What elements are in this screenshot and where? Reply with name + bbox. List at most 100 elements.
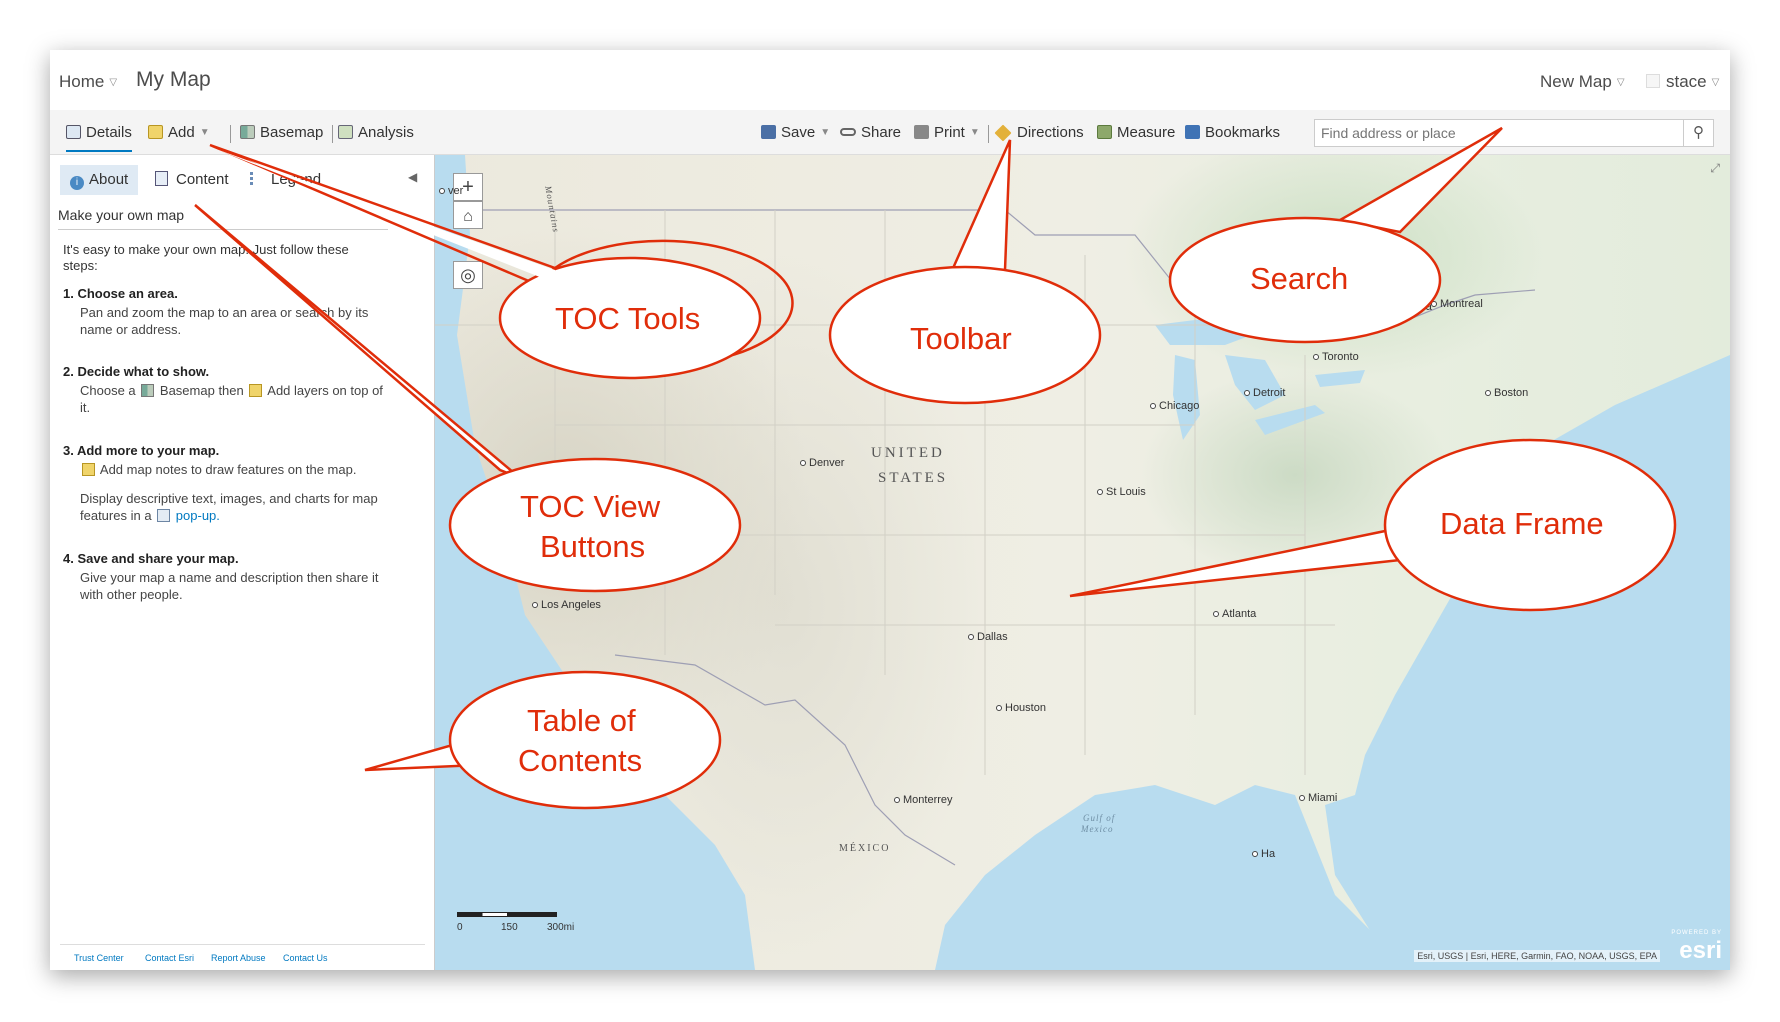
add-button[interactable]: Add ▼ — [148, 124, 210, 141]
link-icon — [840, 128, 856, 136]
intro-text: It's easy to make your own map. Just fol… — [63, 242, 349, 273]
legend-icon — [250, 172, 263, 185]
new-map-menu[interactable]: New Map ▽ — [1540, 72, 1625, 92]
esri-logo: POWERED BY esri — [1664, 930, 1722, 964]
step-body: Give your map a name and description the… — [80, 570, 379, 602]
footer-link[interactable]: Contact Us — [283, 953, 328, 963]
details-button[interactable]: Details — [66, 124, 132, 152]
step-text: Add map notes to draw features on the ma… — [99, 462, 357, 477]
basemap-label: Basemap — [260, 124, 324, 141]
city-label: Ottawa — [1388, 301, 1432, 313]
user-name: stace — [1666, 72, 1707, 91]
city-label: Montreal — [1431, 298, 1483, 310]
add-layer-icon — [249, 384, 263, 397]
tab-about[interactable]: i About — [60, 165, 139, 195]
bookmark-icon — [1185, 125, 1200, 139]
city-label: ver — [439, 185, 463, 197]
powered-by: POWERED BY — [1671, 930, 1722, 936]
city-label: Dallas — [968, 631, 1008, 643]
bookmarks-label: Bookmarks — [1205, 124, 1281, 141]
callout-toc-tools: TOC Tools — [555, 301, 701, 336]
search-box: ⚲ — [1314, 119, 1714, 147]
add-layer-icon — [148, 125, 163, 139]
map-notes-icon — [82, 463, 95, 476]
chevron-down-icon: ▼ — [969, 127, 980, 138]
city-label: Monterrey — [894, 794, 953, 806]
tab-about-label: About — [89, 171, 129, 188]
footer-link[interactable]: Trust Center — [74, 953, 124, 963]
analysis-button[interactable]: Analysis — [338, 124, 414, 141]
home-icon: ⌂ — [463, 208, 473, 225]
step-body: Pan and zoom the map to an area or searc… — [80, 305, 369, 337]
city-label: Boston — [1485, 387, 1528, 399]
save-label: Save — [781, 124, 816, 141]
avatar — [1646, 74, 1660, 88]
city-label: San — [454, 507, 483, 519]
chevron-down-icon: ▽ — [109, 77, 118, 88]
collapse-panel-icon[interactable]: ◀ — [408, 170, 417, 184]
directions-button[interactable]: Directions — [994, 124, 1084, 142]
user-menu[interactable]: stace ▽ — [1646, 72, 1719, 92]
analysis-icon — [338, 125, 353, 139]
table-of-contents-panel: i About Content Legend ◀ Make your own ma… — [50, 155, 435, 970]
region-label: Great Plains — [900, 378, 974, 392]
esri-wordmark: esri — [1679, 937, 1722, 964]
tab-content[interactable]: Content — [145, 165, 239, 195]
city-label: Ha — [1252, 848, 1275, 860]
search-input[interactable] — [1315, 120, 1675, 146]
doc-icon — [66, 125, 81, 139]
footer-link[interactable]: Contact Esri — [145, 953, 194, 963]
home-menu[interactable]: Home ▽ — [59, 72, 117, 92]
city-label: Atlanta — [1213, 608, 1256, 620]
basemap-button[interactable]: Basemap — [240, 124, 323, 141]
plus-icon: + — [462, 176, 474, 198]
scale-bar-graphic — [457, 912, 557, 917]
popup-icon — [157, 509, 171, 522]
map-attribution: Esri, USGS | Esri, HERE, Garmin, FAO, NO… — [1414, 950, 1660, 962]
chevron-down-icon: ▼ — [199, 127, 210, 138]
step-body: Add map notes to draw features on the ma… — [63, 461, 383, 478]
details-label: Details — [86, 124, 132, 141]
new-map-label: New Map — [1540, 72, 1612, 91]
add-label: Add — [168, 124, 195, 141]
share-button[interactable]: Share — [840, 124, 901, 141]
water-label: Gulf of — [1083, 813, 1116, 823]
search-button[interactable]: ⚲ — [1683, 120, 1713, 146]
step-1: 1. Choose an area. Pan and zoom the map … — [63, 285, 383, 338]
panel-heading: Make your own map — [58, 207, 388, 230]
country-label: UNITED — [871, 445, 945, 461]
city-label: Toronto — [1313, 351, 1359, 363]
save-button[interactable]: Save ▼ — [761, 124, 830, 141]
atlantic-ocean — [1325, 355, 1730, 970]
step-text: Basemap then — [159, 383, 244, 398]
divider — [988, 125, 989, 143]
printer-icon — [914, 125, 929, 139]
step-title: 4. Save and share your map. — [63, 551, 239, 566]
scale-label: 150 — [501, 922, 518, 933]
tab-legend[interactable]: Legend — [240, 165, 331, 195]
chevron-down-icon: ▽ — [1616, 77, 1625, 88]
popup-link[interactable]: pop-up. — [176, 508, 220, 523]
step-4: 4. Save and share your map. Give your ma… — [63, 550, 383, 603]
chevron-down-icon: ▽ — [1711, 77, 1720, 88]
measure-button[interactable]: Measure — [1097, 124, 1175, 141]
step-body: Display descriptive text, images, and ch… — [63, 490, 383, 524]
map-title: My Map — [136, 68, 211, 91]
country-label: STATES — [878, 470, 949, 486]
default-extent-button[interactable]: ⌂ — [453, 201, 483, 229]
callout-data-frame: Data Frame — [1440, 506, 1604, 541]
content-icon — [155, 171, 168, 186]
step-text: Display descriptive text, images, and ch… — [80, 491, 378, 523]
step-2: 2. Decide what to show. Choose a Basemap… — [63, 363, 383, 416]
panel-footer: Trust Center Contact Esri Report Abuse C… — [60, 944, 425, 970]
locate-button[interactable]: ◎ — [453, 261, 483, 289]
basemap-grid-icon — [240, 125, 255, 139]
callout-search: Search — [1250, 261, 1349, 296]
callout-toolbar: Toolbar — [910, 321, 1012, 356]
step-title: 2. Decide what to show. — [63, 364, 210, 379]
footer-link[interactable]: Report Abuse — [211, 953, 266, 963]
print-button[interactable]: Print ▼ — [914, 124, 980, 141]
divider — [332, 125, 333, 143]
bookmarks-button[interactable]: Bookmarks — [1185, 124, 1280, 141]
expand-icon[interactable]: ⤢ — [1710, 161, 1720, 176]
